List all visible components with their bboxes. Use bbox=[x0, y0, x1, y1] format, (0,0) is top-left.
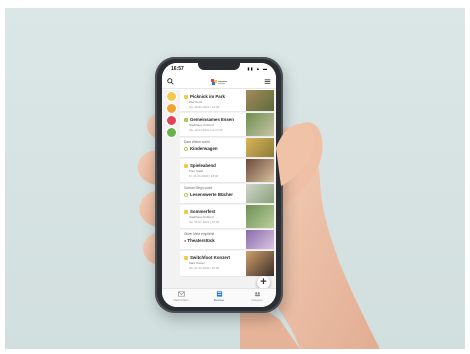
card-thumbnail bbox=[246, 230, 274, 249]
card-thumbnail bbox=[246, 90, 274, 111]
event-bullet-icon bbox=[184, 255, 188, 260]
envelope-icon bbox=[177, 291, 185, 297]
card-thumbnail bbox=[246, 113, 274, 136]
status-icons: ▮▮ ▲ ▬ bbox=[247, 66, 268, 71]
card-thumbnail bbox=[246, 205, 274, 228]
card-date: Sa, 06.07.2021 | 16:00 bbox=[189, 220, 220, 224]
search-icon[interactable] bbox=[167, 78, 174, 85]
smartphone: 16:57 ▮▮ ▲ ▬ Picknick im Park Wer Kurst … bbox=[155, 57, 283, 313]
tab-label: Nachrichten bbox=[173, 298, 189, 302]
side-filter-events[interactable] bbox=[166, 91, 177, 102]
card-date: Sa, 21.01.2022 | 20:00 bbox=[189, 266, 220, 270]
app-header bbox=[162, 75, 276, 89]
side-filter-recommendations[interactable] bbox=[166, 127, 177, 138]
camera-notch bbox=[198, 63, 240, 70]
card-author: Gorhan Singh sucht bbox=[184, 186, 213, 190]
feed-card-event[interactable]: Sommerfest Stadthaus Koblenz Sa, 06.07.2… bbox=[180, 205, 274, 229]
tab-groups[interactable]: Gruppen bbox=[242, 291, 272, 302]
card-date: Sa, 19.04.2021 um 17:00 bbox=[189, 128, 223, 132]
bottom-tab-bar: Nachrichten Beiträge Gruppen bbox=[162, 288, 276, 307]
card-subtitle: Zoro Stadt bbox=[189, 169, 204, 173]
feed-list: Picknick im Park Wer Kurst Sa, 29.01.202… bbox=[162, 90, 276, 288]
feed-card-event[interactable]: Picknick im Park Wer Kurst Sa, 29.01.202… bbox=[180, 90, 274, 112]
hamburger-menu-icon[interactable] bbox=[264, 78, 271, 85]
card-title: Switchfoot Konzert bbox=[190, 255, 231, 260]
card-subtitle: Stadthaus Koblenz bbox=[189, 123, 215, 127]
tab-label: Beiträge bbox=[213, 298, 225, 302]
card-thumbnail bbox=[246, 251, 274, 276]
card-title: Theaterstück bbox=[187, 238, 215, 243]
feed-card-event[interactable]: Spieleabend Zoro Stadt Fr, 01.06.2020 | … bbox=[180, 159, 274, 183]
status-time: 16:57 bbox=[171, 66, 184, 72]
tab-label: Gruppen bbox=[251, 298, 263, 302]
feed-icon bbox=[216, 291, 222, 297]
card-subtitle: Maxi Weber bbox=[189, 261, 205, 265]
card-title: Picknick im Park bbox=[190, 94, 225, 99]
plus-icon: + bbox=[260, 276, 267, 288]
tab-messages[interactable]: Nachrichten bbox=[166, 291, 196, 302]
app-logo bbox=[211, 79, 227, 85]
card-thumbnail bbox=[246, 138, 274, 157]
side-filter-offers[interactable] bbox=[166, 103, 177, 114]
card-title: Gemeinsames Essen bbox=[190, 117, 234, 122]
card-author: Oliver Metz empfiehlt bbox=[184, 232, 214, 236]
feed-card-event[interactable]: Gemeinsames Essen Stadthaus Koblenz Sa, … bbox=[180, 113, 274, 137]
event-bullet-icon bbox=[184, 117, 188, 122]
card-title: Sommerfest bbox=[190, 209, 216, 214]
card-thumbnail bbox=[246, 184, 274, 203]
event-bullet-icon bbox=[184, 163, 188, 168]
card-thumbnail bbox=[246, 159, 274, 182]
card-date: Sa, 29.01.2022 | 14:00 bbox=[189, 105, 220, 109]
card-subtitle: Wer Kurst bbox=[189, 100, 203, 104]
card-title: Spieleabend bbox=[190, 163, 216, 168]
feed-card-recommendation[interactable]: Oliver Metz empfiehlt ●Theaterstück bbox=[180, 230, 274, 250]
tab-posts[interactable]: Beiträge bbox=[204, 291, 234, 302]
card-date: Fr, 01.06.2020 | 18:00 bbox=[189, 174, 219, 178]
card-author: Dara Weber sucht bbox=[184, 140, 210, 144]
side-filter-requests[interactable] bbox=[166, 115, 177, 126]
event-bullet-icon bbox=[184, 94, 188, 99]
card-title: Kinderwagen bbox=[190, 146, 218, 151]
group-icon bbox=[254, 292, 260, 297]
phone-screen: 16:57 ▮▮ ▲ ▬ Picknick im Park Wer Kurst … bbox=[162, 63, 276, 307]
card-subtitle: Stadthaus Koblenz bbox=[189, 215, 215, 219]
event-bullet-icon bbox=[184, 209, 188, 214]
request-ring-icon bbox=[184, 192, 188, 197]
card-title: Lesenswerte Bücher bbox=[190, 192, 233, 197]
feed-card-event[interactable]: Switchfoot Konzert Maxi Weber Sa, 21.01.… bbox=[180, 251, 274, 277]
feed-card-request[interactable]: Gorhan Singh sucht Lesenswerte Bücher bbox=[180, 184, 274, 204]
request-ring-icon bbox=[184, 146, 188, 151]
feed-card-request[interactable]: Dara Weber sucht Kinderwagen bbox=[180, 138, 274, 158]
